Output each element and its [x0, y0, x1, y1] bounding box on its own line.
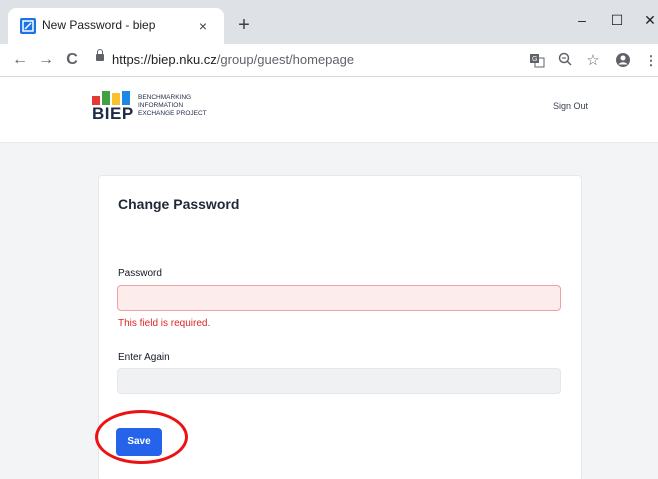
browser-window: New Password - biep × + – ☐ ✕ ← → C http… [0, 0, 658, 479]
password-label: Password [118, 268, 162, 279]
account-icon[interactable] [614, 52, 632, 70]
enter-again-label: Enter Again [118, 352, 170, 363]
url-path: /group/guest/homepage [216, 52, 355, 67]
sign-out-link[interactable]: Sign Out [553, 101, 588, 111]
logo-bars-icon [92, 91, 132, 105]
biep-favicon-icon [20, 18, 36, 34]
browser-toolbar: ← → C https://biep.nku.cz/group/guest/ho… [0, 44, 658, 77]
close-window-icon[interactable]: ✕ [638, 10, 658, 30]
logo-word: BIEP [92, 104, 134, 123]
new-tab-button[interactable]: + [232, 14, 256, 38]
minimize-icon[interactable]: – [570, 10, 594, 30]
password-error-message: This field is required. [118, 318, 211, 329]
biep-logo[interactable]: BIEP BENCHMARKING INFORMATION EXCHANGE P… [92, 91, 222, 131]
tab-title: New Password - biep [42, 18, 156, 32]
back-icon[interactable]: ← [8, 48, 32, 72]
url-host: https://biep.nku.cz [112, 52, 217, 67]
tab-close-icon[interactable]: × [194, 17, 212, 35]
logo-tagline: BENCHMARKING INFORMATION EXCHANGE PROJEC… [138, 94, 207, 117]
url-text: https://biep.nku.cz/group/guest/homepage [112, 52, 354, 67]
logo-bar-blue [122, 91, 130, 105]
star-icon[interactable]: ☆ [584, 52, 602, 70]
page: BIEP BENCHMARKING INFORMATION EXCHANGE P… [0, 77, 658, 479]
svg-text:G: G [532, 56, 537, 63]
enter-again-input[interactable] [117, 368, 561, 394]
maximize-icon[interactable]: ☐ [605, 10, 629, 30]
logo-bar-green [102, 91, 110, 105]
card-title: Change Password [118, 196, 240, 212]
lock-icon [96, 49, 104, 61]
translate-icon[interactable]: G [528, 52, 546, 70]
browser-tab[interactable]: New Password - biep × [8, 8, 224, 44]
tab-strip: New Password - biep × + – ☐ ✕ [0, 0, 658, 44]
reload-icon[interactable]: C [60, 48, 84, 72]
menu-icon[interactable]: ⋮ [642, 52, 658, 70]
forward-icon[interactable]: → [34, 48, 58, 72]
zoom-icon[interactable] [556, 52, 574, 70]
site-header: BIEP BENCHMARKING INFORMATION EXCHANGE P… [0, 77, 658, 143]
highlight-circle [95, 410, 188, 464]
password-input[interactable] [117, 285, 561, 311]
